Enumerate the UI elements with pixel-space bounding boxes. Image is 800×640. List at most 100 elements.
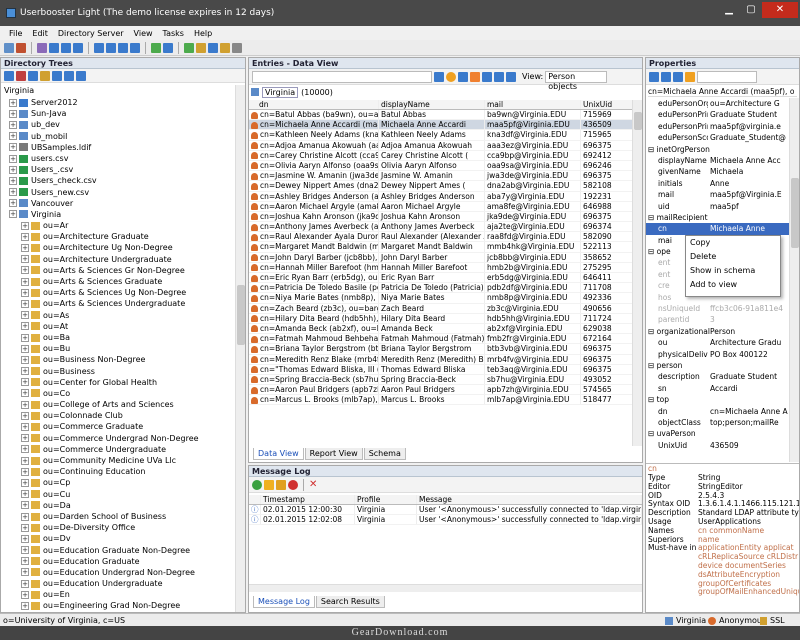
expand-icon[interactable]: + — [21, 232, 29, 241]
table-row[interactable]: cn=Anthony James Averbeck (aja...Anthony… — [249, 222, 635, 233]
open-icon[interactable] — [220, 42, 230, 53]
menu-item-show-in-schema[interactable]: Show in schema — [686, 264, 780, 278]
tree-delete-icon[interactable] — [16, 70, 26, 81]
expand-icon[interactable]: + — [21, 277, 29, 286]
property-group[interactable]: ⊟ organizationalPerson — [646, 326, 789, 337]
table-row[interactable]: cn=John Daryl Barber (jcb8bb), o... John … — [249, 252, 635, 263]
view-select[interactable]: Person objects — [545, 70, 608, 91]
tree-node[interactable]: + users.csv — [1, 153, 235, 164]
filter-icon[interactable] — [470, 71, 480, 82]
table-row[interactable]: cn=Olivia Aaryn Alfonso (oaa9sa... Olivia… — [249, 160, 635, 172]
tree-node[interactable]: + ou=Education Graduate — [1, 556, 235, 567]
expand-icon[interactable]: + — [21, 445, 29, 454]
tree-scroll-thumb[interactable] — [237, 285, 245, 345]
table-row[interactable]: cn=Ashley Bridges Anderson (aba...Ashley… — [249, 191, 635, 202]
collapse-icon[interactable]: ⊟ — [648, 395, 657, 404]
folder-icon[interactable] — [196, 42, 206, 53]
property-row[interactable]: nsUniqueId ffcb3c06-91a811e4 — [646, 303, 789, 314]
collapse-icon[interactable]: ⊟ — [648, 145, 657, 154]
menu-item-add-to-view[interactable]: Add to view — [686, 278, 780, 292]
table-row[interactable]: cn=Raul Alexander Ayala Duron (...Raul A… — [249, 232, 635, 243]
properties-scroll-thumb[interactable] — [791, 178, 799, 248]
property-row[interactable]: eduPersonPrin...maa5pf@virginia.e — [646, 121, 789, 132]
entries-scrollbar[interactable] — [632, 100, 642, 446]
expand-icon[interactable]: + — [9, 98, 17, 107]
expand-icon[interactable]: + — [21, 434, 29, 443]
expand-icon[interactable]: + — [21, 266, 29, 275]
clear-log-icon[interactable]: ✕ — [309, 479, 317, 490]
expand-icon[interactable]: + — [9, 210, 17, 219]
table-row[interactable]: cn=Joshua Kahn Aronson (jka9de... Joshua … — [249, 211, 635, 223]
properties-scrollbar[interactable] — [789, 98, 799, 462]
tree-node[interactable]: + ou=De-Diversity Office — [1, 522, 235, 533]
sort-icon[interactable] — [649, 71, 659, 82]
group-icon[interactable] — [661, 71, 671, 82]
property-row[interactable]: eduPersonPrim...Graduate Student — [646, 109, 789, 120]
tab-search-results[interactable]: Search Results — [315, 596, 385, 608]
expand-icon[interactable]: + — [21, 490, 29, 499]
collapse-icon[interactable]: ⊟ — [648, 429, 657, 438]
tree-node[interactable]: + ou=Cu — [1, 489, 235, 500]
expand-icon[interactable]: + — [9, 188, 17, 197]
table-row[interactable]: cn=Amanda Beck (ab2xf), ou=ba...Amanda B… — [249, 323, 635, 335]
tree-node[interactable]: + ou=Architecture Undergraduate — [1, 254, 235, 265]
add-icon[interactable] — [151, 42, 161, 53]
column-header[interactable]: mail — [485, 100, 581, 109]
tree-node[interactable]: + Users_.csv — [1, 164, 235, 175]
table-row[interactable]: cn=Adjoa Amanua Akowuah (aaa...Adjoa Ama… — [249, 140, 635, 151]
tree-node[interactable]: + ou=Arts & Sciences Graduate — [1, 276, 235, 287]
tree-node[interactable]: + ou=Commerce Undergraduate — [1, 444, 235, 455]
expand-icon[interactable]: + — [21, 311, 29, 320]
expand-icon[interactable]: + — [21, 456, 29, 465]
table-row[interactable]: cn=Eric Ryan Barr (erb5dg), ou=b...Eric … — [249, 273, 635, 284]
property-row[interactable]: UnixUid 436509 — [646, 440, 789, 451]
tree-root[interactable]: Virginia — [1, 85, 235, 97]
column-header[interactable]: Message — [417, 495, 642, 504]
table-row[interactable]: cn=Kathleen Neely Adams (kna3... Kathleen… — [249, 130, 635, 141]
table-row[interactable]: cn=Zach Beard (zb3c), ou=barg, ...Zach B… — [249, 303, 635, 314]
tree-refresh-icon[interactable] — [28, 70, 38, 81]
tree-node[interactable]: + ou=College of Arts and Sciences — [1, 399, 235, 410]
warning-icon[interactable] — [446, 71, 456, 82]
tree-node[interactable]: + Server2012 — [1, 97, 235, 108]
property-group[interactable]: ⊟ inetOrgPerson — [646, 144, 789, 155]
tree-node[interactable]: + ou=Commerce Undergrad Non-Degree — [1, 433, 235, 444]
table-row[interactable]: cn=Jasmine W. Amanin (jwa3de),... Jasmine… — [249, 171, 635, 182]
property-row[interactable]: physicalDeliver...PO Box 400122 — [646, 349, 789, 360]
column-header[interactable]: dn — [249, 100, 379, 109]
expand-icon[interactable]: + — [21, 579, 29, 588]
tree-node[interactable]: + ou=Cp — [1, 477, 235, 488]
export-csv-icon[interactable] — [506, 71, 516, 82]
expand-icon[interactable]: + — [9, 165, 17, 174]
tree-node[interactable]: + ou=Continuing Education — [1, 466, 235, 477]
table-row[interactable]: cn="Thomas Edward Bliska, III (te...Thom… — [249, 364, 635, 375]
table-row[interactable]: cn=Briana Taylor Bergstrom (btb... Briana… — [249, 344, 635, 355]
move-entry-icon[interactable] — [118, 42, 128, 53]
expand-icon[interactable]: + — [21, 378, 29, 387]
tree-node[interactable]: + ou=Bu — [1, 343, 235, 354]
expand-icon[interactable]: + — [21, 534, 29, 543]
menu-edit[interactable]: Edit — [27, 29, 53, 38]
maximize-icon[interactable]: ▢ — [740, 2, 762, 18]
table-row[interactable]: cn=Michaela Anne Accardi (maa... Michaela… — [249, 120, 635, 131]
property-group[interactable]: ⊟ uvaPerson — [646, 428, 789, 439]
property-group[interactable]: ⊟ person — [646, 360, 789, 371]
tree-node[interactable]: + Users_check.csv — [1, 175, 235, 186]
property-row[interactable]: parentid 3 — [646, 314, 789, 325]
run-icon[interactable] — [184, 42, 194, 53]
export-icon[interactable] — [49, 42, 59, 53]
tree-new-icon[interactable] — [4, 70, 14, 81]
property-row[interactable]: description Graduate Student — [646, 371, 789, 382]
info-icon[interactable] — [685, 71, 695, 82]
menu-item-copy[interactable]: Copy — [686, 236, 780, 250]
tree-folder-icon[interactable] — [40, 70, 50, 81]
alert-filter-icon[interactable] — [276, 479, 286, 490]
breadcrumb-item[interactable]: Virginia — [262, 86, 299, 98]
table-row[interactable]: cn=Niya Marie Bates (nmb8p), o... Niya Ma… — [249, 293, 635, 304]
expand-icon[interactable]: + — [21, 602, 29, 611]
tree-node[interactable]: + ou=Da — [1, 500, 235, 511]
expand-icon[interactable]: + — [21, 244, 29, 253]
property-row[interactable]: displayName Michaela Anne Acc — [646, 155, 789, 166]
tree-export-icon[interactable] — [76, 70, 86, 81]
tree-node[interactable]: + ou=Arts & Sciences Gr Non-Degree — [1, 265, 235, 276]
